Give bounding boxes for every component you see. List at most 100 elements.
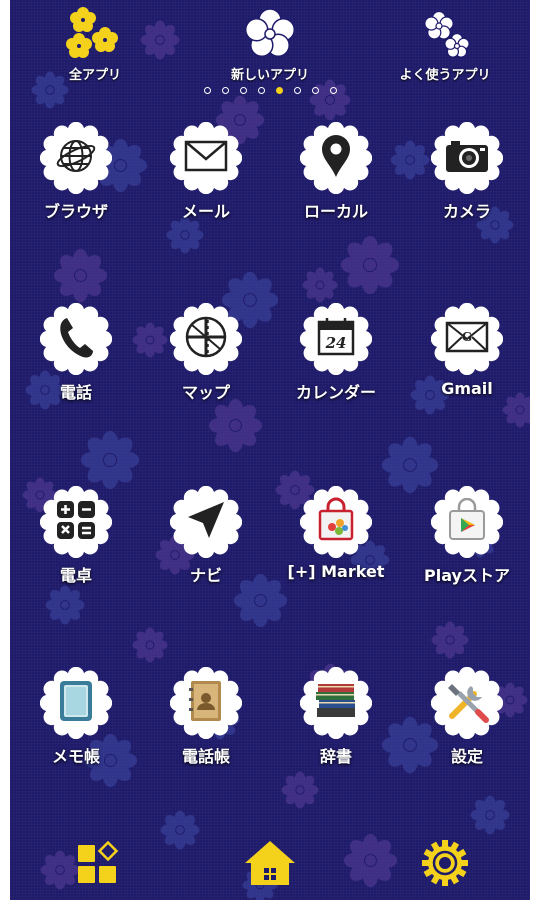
- white-flower-icon: [205, 6, 335, 62]
- icon-badge: [40, 486, 112, 558]
- app-label: 電話: [59, 383, 92, 402]
- app-label: 辞書: [319, 747, 352, 766]
- calculator-icon: [54, 498, 98, 546]
- icon-badge: [170, 122, 242, 194]
- home-icon: [242, 838, 298, 892]
- apps-grid-icon: [76, 840, 120, 889]
- app-tools[interactable]: 設定: [402, 667, 530, 767]
- app-map[interactable]: マップ: [141, 303, 271, 403]
- app-label: ブラウザ: [43, 202, 108, 221]
- phone-icon: [55, 314, 97, 364]
- icon-badge: [170, 303, 242, 375]
- home-button[interactable]: [240, 838, 300, 892]
- tools-icon: [444, 678, 490, 728]
- app-navigation-arrow[interactable]: ナビ: [141, 486, 271, 586]
- app-label: メモ帳: [51, 747, 100, 766]
- app-market-bag[interactable]: [+] Market: [271, 486, 401, 581]
- app-label: Playストア: [424, 566, 510, 585]
- page-dot[interactable]: [311, 87, 319, 94]
- background-flower: [302, 267, 338, 303]
- app-location-pin[interactable]: ローカル: [271, 122, 401, 222]
- memo-pad-icon: [56, 678, 96, 728]
- app-label: 電卓: [59, 566, 92, 585]
- frequent-apps-shortcut[interactable]: よく使うアプリ: [380, 6, 510, 83]
- background-flower: [45, 585, 85, 625]
- app-label: マップ: [181, 383, 230, 402]
- background-flower: [132, 627, 168, 663]
- settings-gear-button[interactable]: [415, 838, 475, 892]
- gmail-letter-text: G: [461, 330, 473, 344]
- background-flower: [340, 235, 400, 295]
- app-label: Gmail: [441, 379, 493, 398]
- app-label: カレンダー: [295, 383, 376, 402]
- background-flower: [208, 398, 263, 453]
- app-label: メール: [181, 202, 230, 221]
- app-label: カメラ: [442, 202, 491, 221]
- home-screen: 全アプリ 新しいアプリ よく使うアプリ ブラウザ メール ローカル カメラ 電話…: [10, 0, 530, 900]
- icon-badge: G: [431, 303, 503, 375]
- icon-badge: [40, 122, 112, 194]
- location-pin-icon: [319, 133, 353, 183]
- books-icon: [313, 680, 359, 726]
- yellow-flowers-icon: [30, 6, 160, 62]
- contacts-book-icon: [186, 678, 226, 728]
- background-flower: [281, 771, 319, 809]
- icon-badge: [300, 122, 372, 194]
- icon-badge: [431, 667, 503, 739]
- new-apps-shortcut[interactable]: 新しいアプリ: [205, 6, 335, 83]
- background-flower: [53, 248, 108, 303]
- app-play-store[interactable]: Playストア: [402, 486, 530, 586]
- app-label: 設定: [450, 747, 483, 766]
- icon-badge: 24: [300, 303, 372, 375]
- app-gmail-envelope[interactable]: G Gmail: [402, 303, 530, 398]
- frequent-apps-label: よく使うアプリ: [399, 68, 491, 83]
- all-apps-shortcut[interactable]: 全アプリ: [30, 6, 160, 83]
- app-label: ナビ: [189, 566, 222, 585]
- icon-badge: [40, 303, 112, 375]
- page-dot[interactable]: [257, 87, 265, 94]
- icon-badge: [300, 667, 372, 739]
- app-calculator[interactable]: 電卓: [11, 486, 141, 586]
- icon-badge: [40, 667, 112, 739]
- page-dot[interactable]: [293, 87, 301, 94]
- envelope-icon: [183, 138, 229, 178]
- app-envelope[interactable]: メール: [141, 122, 271, 222]
- page-indicator: [10, 87, 530, 94]
- calendar-day-text: 24: [325, 334, 347, 352]
- market-bag-icon: [314, 497, 358, 547]
- background-flower: [80, 430, 140, 490]
- page-dot[interactable]: [203, 87, 211, 94]
- all-apps-label: 全アプリ: [68, 68, 121, 83]
- app-memo-pad[interactable]: メモ帳: [11, 667, 141, 767]
- icon-badge: [300, 486, 372, 558]
- icon-badge: [170, 667, 242, 739]
- app-contacts-book[interactable]: 電話帳: [141, 667, 271, 767]
- app-calendar[interactable]: 24 カレンダー: [271, 303, 401, 403]
- page-dot[interactable]: [221, 87, 229, 94]
- app-globe[interactable]: ブラウザ: [11, 122, 141, 222]
- background-flower: [160, 810, 200, 850]
- two-flowers-icon: [380, 6, 510, 62]
- app-books[interactable]: 辞書: [271, 667, 401, 767]
- background-flower: [309, 79, 351, 121]
- app-camera[interactable]: カメラ: [402, 122, 530, 222]
- app-label: ローカル: [303, 202, 368, 221]
- apps-grid-button[interactable]: [68, 838, 128, 892]
- settings-gear-icon: [421, 839, 469, 891]
- background-flower: [470, 795, 510, 835]
- page-dot[interactable]: [239, 87, 247, 94]
- background-flower: [343, 833, 398, 888]
- icon-badge: [431, 486, 503, 558]
- app-label: [+] Market: [287, 562, 385, 581]
- navigation-arrow-icon: [184, 498, 228, 546]
- page-dot[interactable]: [329, 87, 337, 94]
- page-dot[interactable]: [275, 87, 283, 94]
- background-flower: [431, 621, 469, 659]
- app-label: 電話帳: [181, 747, 230, 766]
- app-phone[interactable]: 電話: [11, 303, 141, 403]
- icon-badge: [170, 486, 242, 558]
- icon-badge: [431, 122, 503, 194]
- new-apps-label: 新しいアプリ: [230, 68, 309, 83]
- map-icon: [183, 314, 229, 364]
- play-store-icon: [445, 497, 489, 546]
